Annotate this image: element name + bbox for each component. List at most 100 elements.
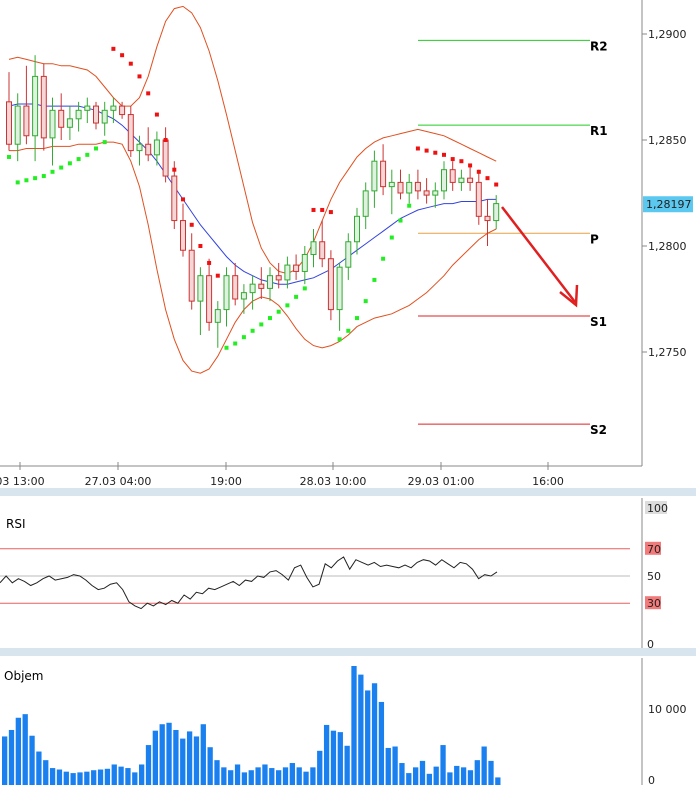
- volume-bar: [234, 764, 241, 785]
- volume-bar: [118, 766, 124, 785]
- volume-bar: [413, 767, 419, 785]
- sar-dot: [15, 180, 20, 185]
- volume-bar: [104, 768, 111, 785]
- volume-bar: [481, 746, 487, 785]
- pane-separator-1: [0, 488, 696, 496]
- chart-stage: 1,2900 1,2850 1,2800 1,2750 03 13:00 27.03 04…: [0, 0, 696, 785]
- volume-bar: [378, 701, 385, 785]
- sar-dot: [355, 316, 359, 321]
- sar-dot: [172, 167, 177, 172]
- pivot-label-p: P: [590, 232, 599, 246]
- volume-bar: [474, 760, 480, 785]
- sar-dot: [485, 176, 490, 181]
- candle-body: [101, 109, 108, 124]
- price-chart: 1,2900 1,2850 1,2800 1,2750 03 13:00 27.03 04…: [0, 0, 696, 785]
- volume-bar: [186, 731, 193, 785]
- candle-body: [32, 75, 39, 137]
- sar-dot: [76, 157, 81, 162]
- volume-bar: [70, 773, 76, 785]
- sar-dot: [198, 244, 203, 248]
- candle-body: [93, 105, 99, 124]
- rsi-tick-30: 30: [647, 597, 661, 610]
- sar-dot: [328, 210, 333, 215]
- volume-bar: [323, 724, 330, 785]
- x-tick-label: 03 13:00: [0, 475, 45, 488]
- candle-body: [432, 190, 439, 196]
- candle-body: [388, 181, 395, 188]
- candle-body: [249, 283, 256, 294]
- volume-bar: [125, 768, 131, 785]
- candle-body: [319, 241, 326, 260]
- x-tick-label: 19:00: [210, 475, 242, 488]
- volume-bar: [467, 770, 474, 785]
- candle-body: [258, 283, 265, 289]
- sar-dot: [398, 218, 403, 223]
- sar-dot: [207, 260, 212, 265]
- volume-bar: [365, 690, 371, 785]
- sar-dot: [302, 286, 307, 291]
- candle-body: [301, 253, 308, 272]
- candle-body: [371, 160, 378, 192]
- candle-body: [467, 177, 474, 183]
- volume-bar: [241, 772, 248, 785]
- candle-body: [406, 181, 413, 194]
- volume-bar: [173, 729, 179, 785]
- sar-dot: [41, 174, 46, 179]
- sar-dot: [424, 148, 429, 153]
- sar-dot: [320, 207, 325, 212]
- volume-bar: [84, 771, 90, 785]
- volume-bar: [159, 724, 165, 785]
- sar-dot: [120, 53, 125, 58]
- y-tick-1-2750: 1,2750: [648, 346, 687, 359]
- candle-body: [232, 275, 239, 300]
- volume-bar: [296, 767, 302, 785]
- rsi-tick-70: 70: [647, 543, 661, 556]
- volume-bar: [207, 747, 213, 785]
- sar-dot: [494, 182, 499, 187]
- pane-separator-2: [0, 648, 696, 656]
- volume-bar: [317, 750, 323, 785]
- volume-bar: [330, 730, 337, 785]
- volume-bar: [193, 736, 200, 785]
- volume-bar: [310, 767, 316, 785]
- sar-dot: [181, 197, 185, 202]
- candle-body: [493, 203, 500, 222]
- sar-dot: [259, 322, 264, 327]
- sar-dot: [215, 273, 220, 278]
- candle-body: [240, 292, 247, 300]
- volume-bar: [351, 666, 357, 785]
- volume-bar: [221, 767, 227, 785]
- sar-dot: [285, 303, 290, 308]
- candle-body: [145, 143, 152, 156]
- candle-body: [414, 181, 421, 192]
- x-tick-label: 28.03 10:00: [300, 475, 367, 488]
- sar-dot: [94, 146, 98, 151]
- volume-bar: [337, 732, 343, 785]
- rsi-tick-100: 100: [647, 502, 668, 515]
- sar-dot: [24, 178, 29, 183]
- sar-dot: [224, 345, 229, 350]
- candle-body: [362, 190, 369, 217]
- sar-dot: [7, 154, 11, 159]
- pivot-label-r2: R2: [590, 39, 608, 53]
- y-tick-1-2800: 1,2800: [648, 240, 687, 253]
- volume-title: Objem: [4, 669, 43, 683]
- sar-dot: [189, 222, 194, 227]
- candle-body: [40, 75, 47, 139]
- pivot-label-r1: R1: [590, 124, 608, 138]
- volume-bar: [49, 768, 56, 785]
- sar-dot: [241, 335, 246, 340]
- candle-body: [441, 169, 447, 192]
- sar-dot: [476, 169, 481, 174]
- volume-bar: [166, 722, 172, 785]
- sar-dot: [276, 309, 281, 314]
- pivot-label-s1: S1: [590, 315, 607, 329]
- volume-bar: [56, 769, 63, 785]
- volume-bar: [358, 674, 364, 785]
- sar-dot: [59, 165, 64, 170]
- sar-dot: [372, 277, 377, 282]
- volume-bar: [419, 760, 426, 785]
- rsi-title: RSI: [6, 517, 26, 531]
- volume-bar: [111, 764, 117, 785]
- volume-bar: [303, 771, 309, 785]
